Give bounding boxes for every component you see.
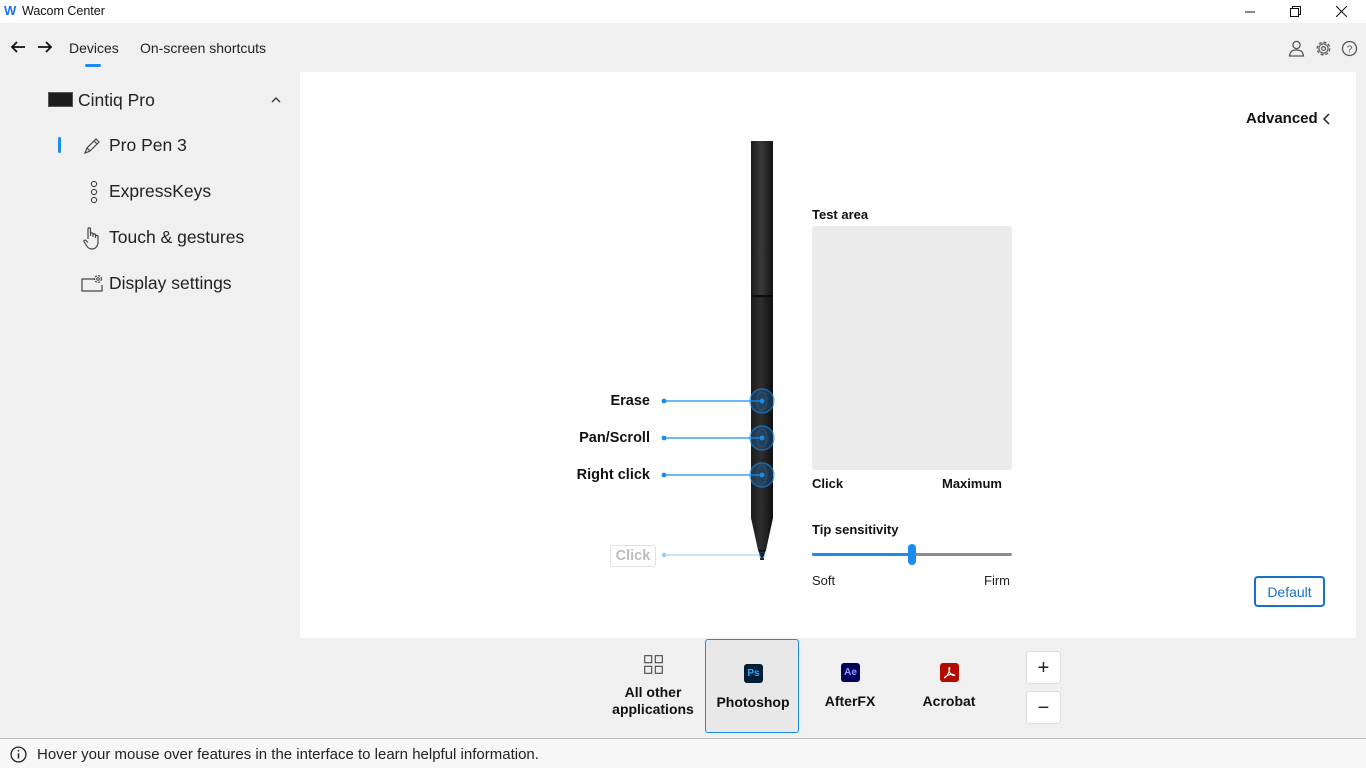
slider-fill bbox=[812, 553, 912, 556]
tip-sensitivity-title: Tip sensitivity bbox=[812, 522, 899, 537]
svg-text:?: ? bbox=[1346, 44, 1352, 55]
sidebar: Cintiq Pro Pro Pen 3 ExpressKeys Touch &… bbox=[0, 72, 300, 738]
sidebar-item-label: ExpressKeys bbox=[109, 181, 212, 201]
callout-pan-scroll bbox=[661, 425, 775, 451]
pen-button-pan-scroll[interactable]: Pan/Scroll bbox=[579, 430, 650, 446]
device-cintiq-pro[interactable]: Cintiq Pro bbox=[48, 90, 284, 114]
status-bar: Hover your mouse over features in the in… bbox=[0, 738, 1366, 768]
hand-icon bbox=[80, 226, 104, 250]
pen-button-erase[interactable]: Erase bbox=[610, 393, 650, 409]
app-tile-label: All other applications bbox=[612, 684, 694, 717]
device-name: Cintiq Pro bbox=[78, 90, 155, 110]
sidebar-item-touch-gestures[interactable]: Touch & gestures bbox=[80, 224, 290, 252]
user-icon bbox=[1288, 40, 1304, 57]
settings-button[interactable] bbox=[1314, 39, 1332, 57]
active-tab-indicator bbox=[85, 64, 101, 67]
acrobat-icon bbox=[940, 663, 959, 682]
test-area-click-label: Click bbox=[812, 476, 844, 491]
aftereffects-icon: Ae bbox=[841, 663, 860, 682]
selected-item-indicator bbox=[58, 137, 61, 153]
tip-firm-label: Firm bbox=[984, 573, 1010, 588]
display-settings-icon bbox=[80, 272, 104, 296]
minus-icon: − bbox=[1037, 696, 1050, 719]
app-tile-all-other-applications[interactable]: All other applications bbox=[606, 639, 700, 733]
device-thumbnail bbox=[48, 92, 73, 107]
sidebar-item-label: Pro Pen 3 bbox=[109, 135, 187, 155]
info-icon bbox=[10, 746, 27, 763]
close-icon bbox=[1335, 6, 1347, 17]
pen-icon bbox=[80, 134, 104, 158]
help-button[interactable]: ? bbox=[1340, 39, 1358, 57]
restore-icon bbox=[1289, 6, 1301, 17]
window-title: Wacom Center bbox=[22, 4, 105, 18]
chevron-left-icon[interactable] bbox=[1321, 112, 1333, 126]
toolbar: Devices On-screen shortcuts ? bbox=[0, 23, 1366, 72]
help-icon: ? bbox=[1341, 40, 1357, 56]
test-area[interactable] bbox=[812, 226, 1012, 470]
tip-sensitivity-slider[interactable] bbox=[812, 544, 1012, 565]
slider-thumb[interactable] bbox=[908, 544, 916, 565]
app-tile-label: AfterFX bbox=[824, 693, 876, 709]
forward-arrow-icon bbox=[38, 41, 53, 53]
restore-button[interactable] bbox=[1272, 0, 1318, 23]
callout-click bbox=[661, 551, 766, 559]
minimize-button[interactable] bbox=[1227, 0, 1273, 23]
wacom-logo-icon: W bbox=[4, 3, 17, 18]
tab-devices[interactable]: Devices bbox=[69, 40, 119, 56]
app-tile-afterfx[interactable]: Ae AfterFX bbox=[803, 639, 897, 733]
default-button[interactable]: Default bbox=[1254, 576, 1325, 607]
app-tile-photoshop[interactable]: Ps Photoshop bbox=[705, 639, 799, 733]
pen-button-right-click[interactable]: Right click bbox=[577, 467, 650, 483]
sidebar-item-pro-pen-3[interactable]: Pro Pen 3 bbox=[80, 132, 290, 160]
account-button[interactable] bbox=[1287, 39, 1305, 57]
sidebar-item-display-settings[interactable]: Display settings bbox=[80, 270, 290, 298]
grid-icon bbox=[644, 655, 663, 674]
plus-icon: + bbox=[1037, 656, 1050, 679]
photoshop-icon: Ps bbox=[744, 664, 763, 683]
app-tile-label: Acrobat bbox=[922, 693, 976, 709]
app-tile-acrobat[interactable]: Acrobat bbox=[902, 639, 996, 733]
pen-tip-click[interactable]: Click bbox=[610, 545, 656, 567]
pen-settings-panel: Advanced Erase Pan/Scroll Right click Cl… bbox=[300, 72, 1356, 638]
sidebar-item-expresskeys[interactable]: ExpressKeys bbox=[80, 178, 290, 206]
advanced-toggle[interactable]: Advanced bbox=[1246, 110, 1318, 127]
test-area-maximum-label: Maximum bbox=[942, 476, 1002, 491]
title-bar: W Wacom Center bbox=[0, 0, 1366, 23]
app-tile-label: Photoshop bbox=[716, 694, 790, 710]
status-text: Hover your mouse over features in the in… bbox=[37, 746, 539, 763]
callout-erase bbox=[661, 388, 775, 414]
add-application-button[interactable]: + bbox=[1026, 651, 1061, 684]
callout-right-click bbox=[661, 462, 775, 488]
gear-icon bbox=[1316, 41, 1330, 55]
expresskeys-icon bbox=[80, 180, 104, 204]
minimize-icon bbox=[1245, 11, 1255, 12]
test-area-title: Test area bbox=[812, 207, 869, 222]
tip-soft-label: Soft bbox=[812, 573, 836, 588]
remove-application-button[interactable]: − bbox=[1026, 691, 1061, 724]
tab-on-screen-shortcuts[interactable]: On-screen shortcuts bbox=[140, 40, 266, 56]
forward-button[interactable] bbox=[34, 36, 56, 58]
back-arrow-icon bbox=[10, 41, 25, 53]
pen-button-callouts bbox=[661, 388, 775, 559]
chevron-up-icon[interactable] bbox=[270, 94, 282, 106]
sidebar-item-label: Touch & gestures bbox=[109, 227, 245, 247]
close-button[interactable] bbox=[1318, 0, 1364, 23]
sidebar-item-label: Display settings bbox=[109, 273, 232, 293]
back-button[interactable] bbox=[7, 36, 29, 58]
